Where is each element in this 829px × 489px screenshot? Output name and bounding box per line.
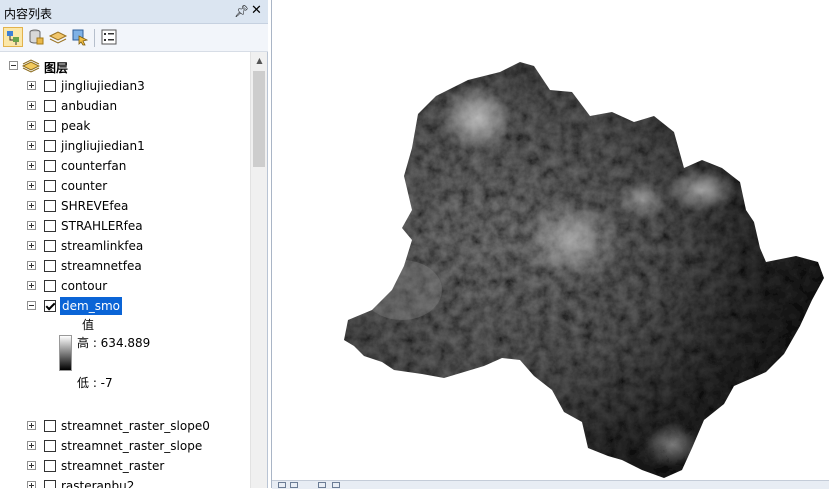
layer-visibility-checkbox[interactable] <box>44 160 56 172</box>
layer-row[interactable]: jingliujiedian3 <box>0 76 250 96</box>
expand-toggle[interactable] <box>27 281 36 290</box>
layer-row[interactable]: dem_smo <box>0 296 250 316</box>
layer-name[interactable]: counter <box>61 179 107 193</box>
list-by-selection-icon <box>72 29 89 46</box>
list-by-drawing-order-button[interactable] <box>3 27 23 47</box>
layer-row[interactable]: counter <box>0 176 250 196</box>
toc-toolbar <box>0 24 268 52</box>
layer-row[interactable]: streamnetfea <box>0 256 250 276</box>
layer-name[interactable]: SHREVEfea <box>61 199 128 213</box>
list-by-source-button[interactable] <box>26 27 46 47</box>
expand-toggle[interactable] <box>27 181 36 190</box>
layers-icon <box>22 59 40 73</box>
panel-title: 内容列表 <box>4 7 53 21</box>
pause-icon[interactable] <box>332 482 340 488</box>
layer-row[interactable]: rasteranbu2 <box>0 476 250 488</box>
collapse-toggle[interactable] <box>9 61 18 70</box>
vertical-scrollbar[interactable]: ▲ <box>250 52 267 488</box>
layer-visibility-checkbox[interactable] <box>44 240 56 252</box>
layer-row[interactable]: streamnet_raster_slope <box>0 436 250 456</box>
legend-high-value: 高 : 634.889 <box>77 336 151 350</box>
layer-visibility-checkbox[interactable] <box>44 280 56 292</box>
layer-name[interactable]: streamnet_raster <box>61 459 164 473</box>
expand-toggle[interactable] <box>27 421 36 430</box>
dem-raster-map[interactable] <box>272 0 829 480</box>
layer-visibility-checkbox[interactable] <box>44 480 56 488</box>
layer-name[interactable]: anbudian <box>61 99 117 113</box>
layer-name[interactable]: jingliujiedian1 <box>61 139 145 153</box>
legend-heading: 值 <box>82 318 95 332</box>
expand-toggle[interactable] <box>27 101 36 110</box>
layer-row[interactable]: counterfan <box>0 156 250 176</box>
layer-visibility-checkbox[interactable] <box>44 80 56 92</box>
layer-row[interactable]: streamnet_raster <box>0 456 250 476</box>
expand-toggle[interactable] <box>27 201 36 210</box>
options-button[interactable] <box>99 27 119 47</box>
layer-name[interactable]: counterfan <box>61 159 126 173</box>
list-by-visibility-button[interactable] <box>48 27 68 47</box>
layer-visibility-checkbox[interactable] <box>44 460 56 472</box>
expand-toggle[interactable] <box>27 481 36 488</box>
layer-visibility-checkbox[interactable] <box>44 140 56 152</box>
layer-visibility-checkbox[interactable] <box>44 260 56 272</box>
expand-toggle[interactable] <box>27 241 36 250</box>
layer-row[interactable]: STRAHLERfea <box>0 216 250 236</box>
layer-row[interactable]: contour <box>0 276 250 296</box>
scroll-up-arrow-icon[interactable]: ▲ <box>251 52 268 69</box>
layers-root-row[interactable]: 图层 <box>0 56 250 76</box>
expand-toggle[interactable] <box>27 161 36 170</box>
layer-name[interactable]: rasteranbu2 <box>61 479 134 488</box>
layer-row[interactable]: peak <box>0 116 250 136</box>
color-ramp-swatch[interactable] <box>59 335 72 371</box>
list-by-visibility-icon <box>48 31 68 44</box>
layer-row[interactable]: streamlinkfea <box>0 236 250 256</box>
expand-toggle[interactable] <box>27 141 36 150</box>
list-by-source-icon <box>29 29 44 45</box>
layer-name[interactable]: streamlinkfea <box>61 239 143 253</box>
expand-toggle[interactable] <box>27 461 36 470</box>
layer-name[interactable]: peak <box>61 119 90 133</box>
scrollbar-thumb[interactable] <box>253 71 265 167</box>
layer-name[interactable]: streamnetfea <box>61 259 142 273</box>
panel-titlebar: 内容列表 📌︎ ✕ <box>0 0 268 24</box>
layer-visibility-checkbox[interactable] <box>44 180 56 192</box>
layer-row[interactable]: anbudian <box>0 96 250 116</box>
layer-row[interactable]: SHREVEfea <box>0 196 250 216</box>
data-view-icon[interactable] <box>278 482 286 488</box>
layer-visibility-checkbox[interactable] <box>44 220 56 232</box>
pin-icon[interactable]: 📌︎ <box>234 4 249 18</box>
options-icon <box>101 29 117 45</box>
table-of-contents-panel: 内容列表 📌︎ ✕ 图层 jingliujiedian3 anbudian pe… <box>0 0 268 488</box>
layer-visibility-checkbox[interactable] <box>44 440 56 452</box>
expand-toggle[interactable] <box>27 121 36 130</box>
expand-toggle[interactable] <box>27 81 36 90</box>
layer-tree: 图层 jingliujiedian3 anbudian peak jingliujie… <box>0 52 250 488</box>
layer-name[interactable]: contour <box>61 279 107 293</box>
layer-row[interactable]: streamnet_raster_slope0 <box>0 416 250 436</box>
layout-view-icon[interactable] <box>290 482 298 488</box>
layer-name[interactable]: jingliujiedian3 <box>61 79 145 93</box>
layers-root-label: 图层 <box>44 61 69 75</box>
layer-visibility-checkbox[interactable] <box>44 420 56 432</box>
layer-visibility-checkbox[interactable] <box>44 100 56 112</box>
expand-toggle[interactable] <box>27 221 36 230</box>
expand-toggle[interactable] <box>27 261 36 270</box>
expand-toggle[interactable] <box>27 441 36 450</box>
map-view[interactable] <box>271 0 829 489</box>
refresh-icon[interactable] <box>318 482 326 488</box>
collapse-toggle[interactable] <box>27 301 36 310</box>
list-by-selection-button[interactable] <box>70 27 90 47</box>
layer-name[interactable]: dem_smo <box>60 297 122 315</box>
layer-visibility-checkbox[interactable] <box>44 200 56 212</box>
layer-visibility-checkbox[interactable] <box>44 300 56 312</box>
toolbar-separator <box>94 29 95 47</box>
layer-row[interactable]: jingliujiedian1 <box>0 136 250 156</box>
close-icon[interactable]: ✕ <box>251 3 262 18</box>
layer-name[interactable]: STRAHLERfea <box>61 219 143 233</box>
list-by-drawing-order-icon <box>7 31 19 45</box>
layer-name[interactable]: streamnet_raster_slope <box>61 439 202 453</box>
layer-visibility-checkbox[interactable] <box>44 120 56 132</box>
legend-low-value: 低 : -7 <box>77 376 113 390</box>
layer-name[interactable]: streamnet_raster_slope0 <box>61 419 210 433</box>
